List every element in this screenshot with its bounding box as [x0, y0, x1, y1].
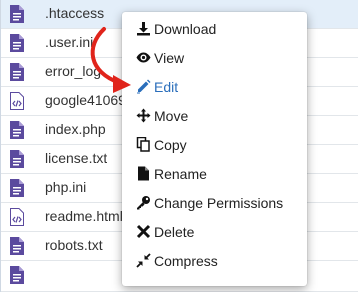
file-name: robots.txt — [45, 237, 103, 253]
menu-item-label: Compress — [154, 253, 218, 269]
file-icon — [10, 63, 24, 81]
file-icon — [10, 237, 24, 255]
menu-item-label: Rename — [154, 166, 207, 182]
menu-item-label: Move — [154, 108, 189, 124]
menu-item-label: View — [154, 50, 185, 66]
menu-item-edit[interactable]: Edit — [122, 72, 307, 101]
menu-item-label: Download — [154, 21, 217, 37]
context-menu: Download View Edit Move Copy Rename Chan… — [122, 12, 307, 286]
file-name: license.txt — [45, 150, 108, 166]
menu-item-view[interactable]: View — [122, 43, 307, 72]
rename-icon — [136, 166, 151, 181]
file-icon — [10, 179, 24, 197]
copy-icon — [136, 136, 151, 152]
download-icon — [136, 21, 151, 36]
menu-item-copy[interactable]: Copy — [122, 130, 307, 159]
file-icon — [10, 150, 24, 168]
file-icon — [10, 34, 24, 52]
file-name: google41069 — [45, 92, 125, 108]
pencil-icon — [136, 79, 151, 94]
eye-icon — [136, 50, 151, 65]
file-name: .user.ini — [45, 34, 94, 50]
code-file-icon — [10, 92, 24, 110]
menu-item-compress[interactable]: Compress — [122, 246, 307, 275]
compress-icon — [136, 253, 151, 268]
menu-item-label: Delete — [154, 224, 195, 240]
menu-item-label: Edit — [154, 79, 179, 95]
code-file-icon — [10, 208, 24, 226]
move-icon — [136, 108, 151, 123]
menu-item-move[interactable]: Move — [122, 101, 307, 130]
file-name: readme.html — [45, 208, 123, 224]
menu-item-label: Copy — [154, 137, 187, 153]
close-icon — [136, 224, 151, 239]
file-name: index.php — [45, 121, 106, 137]
file-icon — [10, 5, 24, 23]
menu-item-label: Change Permissions — [154, 195, 284, 211]
menu-item-rename[interactable]: Rename — [122, 159, 307, 188]
file-name: php.ini — [45, 179, 87, 195]
file-icon — [10, 266, 24, 284]
menu-item-delete[interactable]: Delete — [122, 217, 307, 246]
menu-item-download[interactable]: Download — [122, 14, 307, 43]
file-name: .htaccess — [45, 5, 105, 21]
key-icon — [136, 195, 151, 210]
file-name: error_log — [45, 63, 102, 79]
file-icon — [10, 121, 24, 139]
menu-item-change-permissions[interactable]: Change Permissions — [122, 188, 307, 217]
